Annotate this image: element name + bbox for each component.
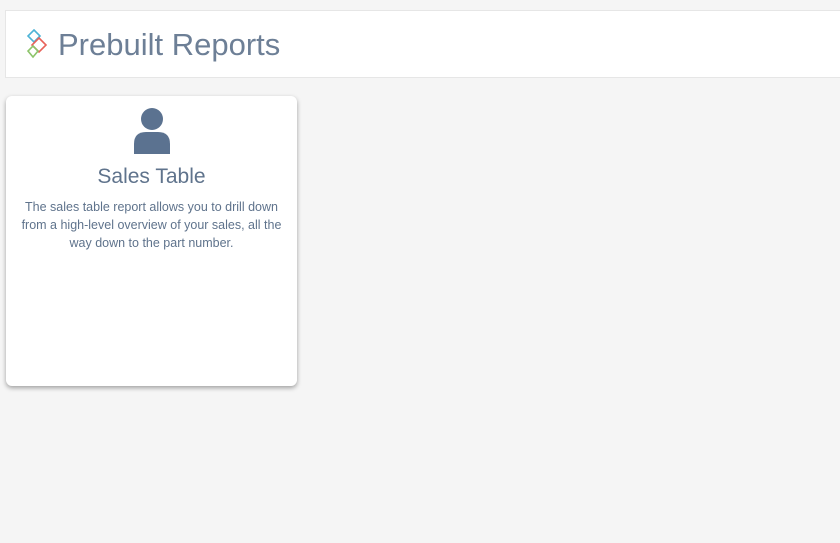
report-card-sales-table[interactable]: Sales Table The sales table report allow… (6, 96, 297, 386)
page: Prebuilt Reports Sales Table The sales t… (0, 0, 840, 543)
page-header: Prebuilt Reports (5, 10, 840, 78)
user-icon (133, 108, 170, 154)
page-title: Prebuilt Reports (58, 26, 281, 62)
card-description: The sales table report allows you to dri… (21, 200, 282, 251)
card-title: Sales Table (97, 165, 206, 188)
report-logo-icon (26, 29, 48, 59)
